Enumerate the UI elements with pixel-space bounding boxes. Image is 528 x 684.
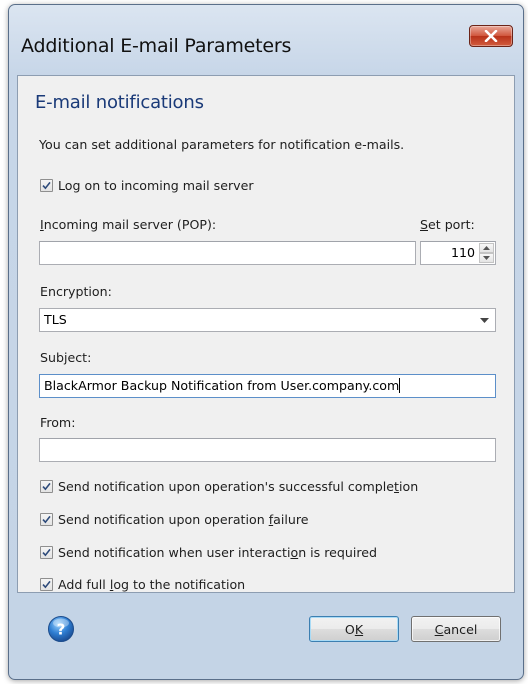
dialog-window: Additional E-mail Parameters E-mail noti… (8, 4, 524, 680)
window-title: Additional E-mail Parameters (21, 35, 292, 57)
port-value: 110 (450, 245, 475, 260)
ok-button[interactable]: OK (309, 616, 399, 642)
from-label: From: (40, 415, 76, 430)
option-label-interaction: Send notification when user interaction … (58, 545, 378, 560)
encryption-select[interactable]: TLS (39, 308, 496, 332)
port-label: Set port: (420, 217, 475, 232)
checkmark-icon (42, 482, 51, 491)
option-label-failure: Send notification upon operation failure (58, 512, 309, 527)
section-description: You can set additional parameters for no… (39, 137, 405, 152)
option-checkbox[interactable] (40, 546, 53, 559)
option-checkbox-row[interactable]: Send notification upon operation failure (40, 512, 308, 527)
title-bar[interactable]: Additional E-mail Parameters (9, 5, 523, 57)
chevron-up-icon (483, 246, 490, 250)
port-up-button[interactable] (479, 243, 494, 253)
checkmark-icon (42, 548, 51, 557)
port-spinner[interactable] (479, 243, 494, 263)
encryption-label: Encryption: (40, 284, 112, 299)
subject-label: Subject: (40, 350, 92, 365)
chevron-down-icon (480, 318, 489, 323)
checkmark-icon (42, 580, 51, 589)
option-checkbox-row[interactable]: Send notification when user interaction … (40, 545, 377, 560)
section-heading: E-mail notifications (35, 92, 204, 113)
checkmark-icon (42, 181, 51, 190)
svg-text:?: ? (57, 621, 66, 639)
option-checkbox[interactable] (40, 480, 53, 493)
pop-server-label: Incoming mail server (POP): (40, 217, 217, 232)
option-checkbox[interactable] (40, 578, 53, 591)
help-icon[interactable]: ? (47, 615, 75, 643)
cancel-button[interactable]: Cancel (411, 616, 501, 642)
port-stepper[interactable]: 110 (420, 241, 496, 265)
login-checkbox-row[interactable]: Log on to incoming mail server (40, 178, 254, 193)
login-checkbox[interactable] (40, 179, 53, 192)
option-label-success: Send notification upon operation's succe… (58, 479, 419, 494)
login-checkbox-label: Log on to incoming mail server (58, 178, 254, 193)
chevron-down-icon (483, 256, 490, 260)
port-down-button[interactable] (479, 253, 494, 263)
close-icon (484, 30, 498, 42)
dialog-content: E-mail notifications You can set additio… (17, 75, 515, 593)
option-checkbox-row[interactable]: Send notification upon operation's succe… (40, 479, 418, 494)
subject-input[interactable]: BlackArmor Backup Notification from User… (39, 374, 496, 398)
close-button[interactable] (469, 25, 513, 47)
encryption-selected-value: TLS (44, 312, 67, 327)
pop-server-input[interactable] (39, 241, 416, 265)
subject-input-text: BlackArmor Backup Notification from User… (44, 378, 400, 393)
dialog-footer: ? OK Cancel (17, 601, 513, 661)
text-caret (399, 378, 401, 393)
option-checkbox[interactable] (40, 513, 53, 526)
checkmark-icon (42, 515, 51, 524)
option-checkbox-row[interactable]: Add full log to the notification (40, 577, 245, 592)
from-input[interactable] (39, 438, 496, 462)
option-label-full-log: Add full log to the notification (58, 577, 246, 592)
